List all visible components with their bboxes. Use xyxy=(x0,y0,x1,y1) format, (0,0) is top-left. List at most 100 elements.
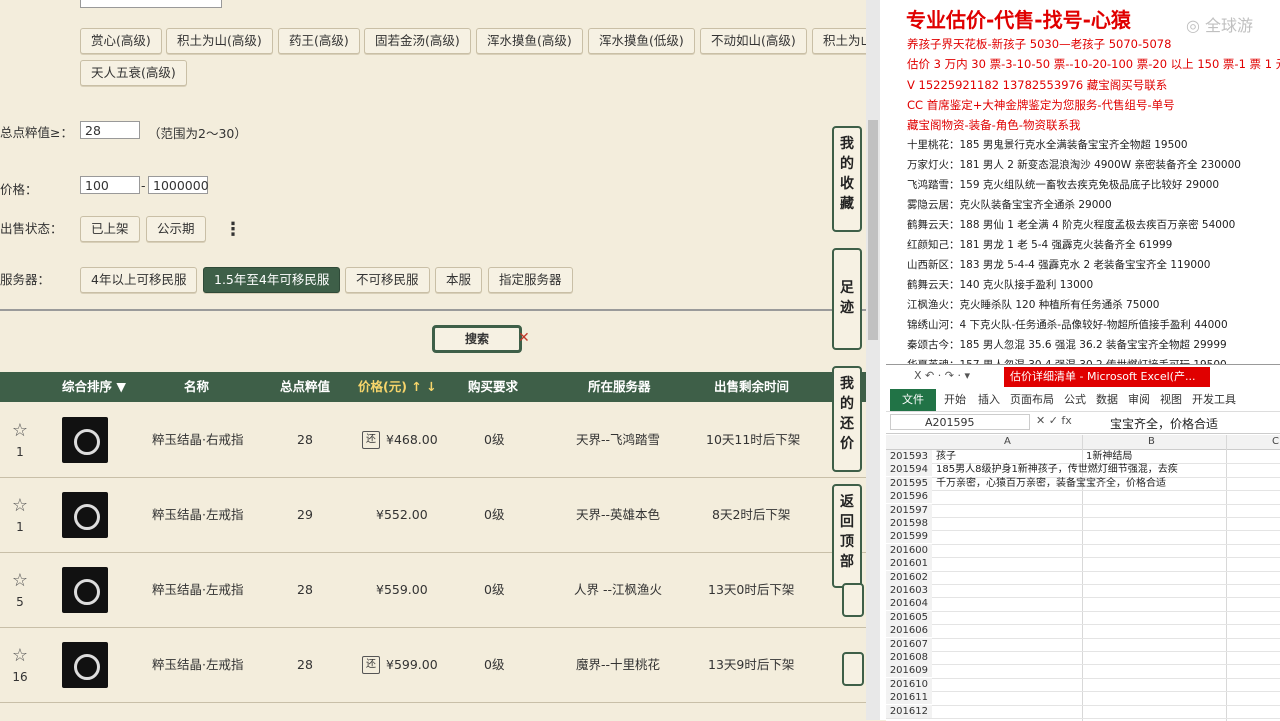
row-number[interactable]: 201612 xyxy=(886,704,932,718)
ribbon-tab[interactable]: 公式 xyxy=(1064,389,1086,411)
row-number[interactable]: 201606 xyxy=(886,624,932,638)
formula-input[interactable]: 宝宝齐全，价格合适 xyxy=(1110,415,1218,432)
table-row[interactable]: ☆ 1 粹玉结晶·左戒指 29 ¥552.00 0级 天界--英雄本色 8天2时… xyxy=(0,478,866,553)
row-number[interactable]: 201602 xyxy=(886,570,932,584)
sheet-row[interactable]: 201605 xyxy=(886,610,1280,626)
ribbon-tab[interactable]: 插入 xyxy=(978,389,1000,411)
back-to-top-tab[interactable]: 返回顶部 xyxy=(832,484,862,588)
skill-chip[interactable]: 不动如山(高级) xyxy=(700,28,807,54)
skill-chip[interactable]: 浑水摸鱼(高级) xyxy=(476,28,583,54)
skill-chip[interactable]: 积土为山 xyxy=(812,28,866,54)
price-min-input[interactable]: 100 xyxy=(80,176,140,194)
name-box[interactable]: A201595 xyxy=(890,414,1030,430)
server-option[interactable]: 指定服务器 xyxy=(488,267,573,293)
sheet-row[interactable]: 201597 xyxy=(886,503,1280,518)
more-options-icon[interactable]: ⋮ xyxy=(224,220,242,240)
cell-a[interactable]: 孩子 xyxy=(936,450,956,463)
sheet-row[interactable]: 201593 孩子 1新神结局 xyxy=(886,450,1280,465)
formula-icons[interactable]: ✕ ✓ fx xyxy=(1036,414,1072,427)
page-scrollbar[interactable] xyxy=(866,0,880,720)
row-number[interactable]: 201605 xyxy=(886,610,932,624)
server-option[interactable]: 4年以上可移民服 xyxy=(80,267,198,293)
ribbon-tab[interactable]: 页面布局 xyxy=(1010,389,1054,411)
sheet-row[interactable]: 201603 xyxy=(886,584,1280,599)
sheet-row[interactable]: 201600 xyxy=(886,543,1280,559)
row-number[interactable]: 201595 xyxy=(886,476,932,490)
row-number[interactable]: 201608 xyxy=(886,651,932,664)
row-number[interactable]: 201594 xyxy=(886,463,932,477)
ring-icon[interactable] xyxy=(62,417,108,463)
row-number[interactable]: 201598 xyxy=(886,517,932,530)
ring-icon[interactable] xyxy=(62,567,108,613)
skill-chip[interactable]: 积土为山(高级) xyxy=(166,28,273,54)
row-number[interactable]: 201601 xyxy=(886,557,932,571)
sort-header[interactable]: 综合排序 ▼ xyxy=(62,372,126,402)
cell-a[interactable]: 185男人8级护身1新神孩子，传世燃灯细节强混，去疾 xyxy=(936,463,1178,476)
spreadsheet-grid[interactable]: 201593 孩子 1新神结局 201594 185男人8级护身1新神孩子，传世燃灯细节… xyxy=(886,450,1280,721)
sheet-row[interactable]: 201608 xyxy=(886,651,1280,666)
sheet-row[interactable]: 201599 xyxy=(886,530,1280,545)
ring-icon[interactable] xyxy=(62,642,108,688)
table-row[interactable]: ☆ 1 粹玉结晶·右戒指 28 还 ¥468.00 0级 天界--飞鸿踏雪 10… xyxy=(0,403,866,478)
skill-chip[interactable]: 浑水摸鱼(低级) xyxy=(588,28,695,54)
row-number[interactable]: 201597 xyxy=(886,503,932,517)
file-tab[interactable]: 文件 xyxy=(890,389,936,411)
skill-chip[interactable]: 固若金汤(高级) xyxy=(364,28,471,54)
sheet-row[interactable]: 201610 xyxy=(886,677,1280,693)
sheet-row[interactable]: 201604 xyxy=(886,597,1280,612)
row-number[interactable]: 201610 xyxy=(886,677,932,691)
top-text-input[interactable] xyxy=(80,0,222,8)
sheet-row[interactable]: 201596 xyxy=(886,490,1280,505)
star-icon[interactable]: ☆ xyxy=(10,571,30,591)
search-button[interactable]: 搜索 xyxy=(432,325,522,353)
bargain-tab[interactable]: 我的还价 xyxy=(832,366,862,472)
scrollbar-thumb[interactable] xyxy=(868,120,878,340)
sheet-row[interactable]: 201606 xyxy=(886,624,1280,639)
sheet-row[interactable]: 201609 xyxy=(886,664,1280,679)
ribbon-tab[interactable]: 视图 xyxy=(1160,389,1182,411)
server-option[interactable]: 本服 xyxy=(435,267,483,293)
price-header[interactable]: 价格(元) ↑ ↓ xyxy=(358,372,437,402)
server-option-active[interactable]: 1.5年至4年可移民服 xyxy=(203,267,341,293)
row-number[interactable]: 201596 xyxy=(886,490,932,504)
total-input[interactable]: 28 xyxy=(80,121,140,139)
status-public-button[interactable]: 公示期 xyxy=(146,216,206,242)
total-header[interactable]: 总点粹值 xyxy=(280,372,330,402)
ring-icon[interactable] xyxy=(62,492,108,538)
row-number[interactable]: 201604 xyxy=(886,597,932,611)
table-row[interactable]: ☆ 5 粹玉结晶·左戒指 28 ¥559.00 0级 人界 --江枫渔火 13天… xyxy=(0,553,866,628)
column-a[interactable]: A xyxy=(1004,435,1011,449)
ribbon-tab[interactable]: 数据 xyxy=(1096,389,1118,411)
ribbon-tab[interactable]: 开始 xyxy=(944,389,966,411)
ribbon-tab[interactable]: 开发工具 xyxy=(1192,389,1236,411)
quick-access-toolbar[interactable]: X ↶ · ↷ · ▾ xyxy=(914,369,970,382)
column-b[interactable]: B xyxy=(1148,435,1155,449)
row-number[interactable]: 201607 xyxy=(886,637,932,651)
price-max-input[interactable]: 1000000 xyxy=(148,176,209,194)
item-name[interactable]: 粹玉结晶·左戒指 xyxy=(152,478,243,552)
row-number[interactable]: 201599 xyxy=(886,530,932,544)
item-name[interactable]: 粹玉结晶·左戒指 xyxy=(152,628,243,702)
table-row[interactable]: ☆ 16 粹玉结晶·左戒指 28 还 ¥599.00 0级 魔界--十里桃花 1… xyxy=(0,628,866,703)
item-name[interactable]: 粹玉结晶·左戒指 xyxy=(152,553,243,627)
row-number[interactable]: 201609 xyxy=(886,664,932,678)
row-number[interactable]: 201603 xyxy=(886,584,932,597)
row-number[interactable]: 201593 xyxy=(886,450,932,463)
skill-chip[interactable]: 天人五衰(高级) xyxy=(80,60,187,86)
clear-icon[interactable]: ✕ xyxy=(518,330,530,346)
cell-b[interactable]: 1新神结局 xyxy=(1086,450,1132,463)
item-name[interactable]: 粹玉结晶·右戒指 xyxy=(152,403,243,477)
star-icon[interactable]: ☆ xyxy=(10,646,30,666)
ribbon-tab[interactable]: 审阅 xyxy=(1128,389,1150,411)
sheet-row[interactable]: 201595 千万亲密，心猿百万亲密，装备宝宝齐全，价格合适 xyxy=(886,476,1280,492)
sheet-row[interactable]: 201594 185男人8级护身1新神孩子，传世燃灯细节强混，去疾 xyxy=(886,463,1280,478)
buy-button-edge[interactable] xyxy=(842,583,864,617)
sheet-row[interactable]: 201598 xyxy=(886,517,1280,532)
server-option[interactable]: 不可移民服 xyxy=(345,267,430,293)
skill-chip[interactable]: 赏心(高级) xyxy=(80,28,162,54)
star-icon[interactable]: ☆ xyxy=(10,496,30,516)
row-number[interactable]: 201600 xyxy=(886,543,932,557)
time-header[interactable]: 出售剩余时间 xyxy=(714,372,789,402)
cell-a[interactable]: 千万亲密，心猿百万亲密，装备宝宝齐全，价格合适 xyxy=(936,477,1166,490)
buy-button-edge[interactable] xyxy=(842,652,864,686)
